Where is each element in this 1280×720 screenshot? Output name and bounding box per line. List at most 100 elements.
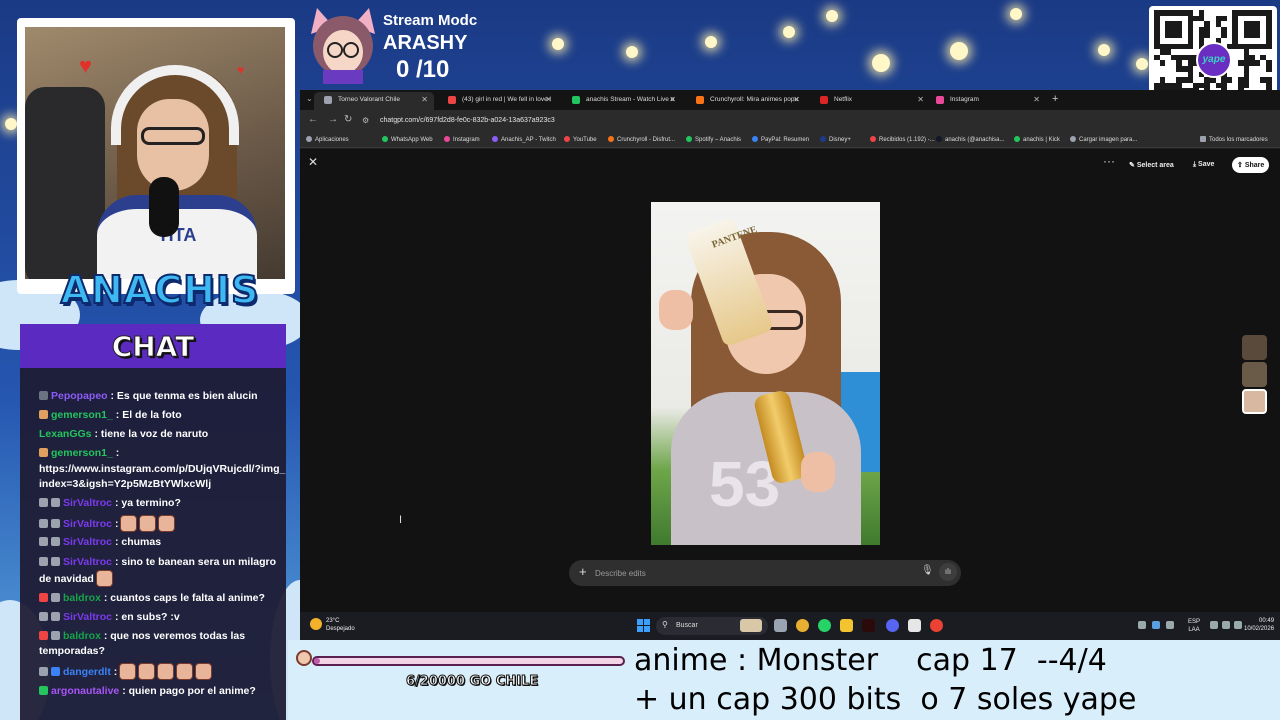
chat-badge-icon — [51, 593, 60, 602]
reload-icon[interactable]: ↻ — [344, 114, 352, 125]
browser-tab[interactable]: anachis Stream - Watch Live o ✕ — [562, 92, 682, 110]
illustrator-icon[interactable] — [862, 619, 875, 632]
tray-battery-icon[interactable] — [1234, 621, 1242, 629]
chat-message: argonautalive : quien pago por el anime? — [39, 684, 286, 699]
bookmark-item[interactable]: PayPal: Resumen — [752, 136, 809, 143]
input-language[interactable]: ESP LAA — [1188, 618, 1200, 634]
bookmark-label: anachis | Kick — [1023, 137, 1060, 143]
obs-icon[interactable] — [930, 619, 943, 632]
chat-text: : quien pago por el anime? — [122, 685, 256, 697]
string-light — [705, 36, 717, 48]
save-label: Save — [1198, 161, 1215, 168]
tab-search-icon[interactable]: ⌄ — [306, 94, 313, 103]
more-options-icon[interactable]: ··· — [1103, 154, 1115, 168]
bookmark-label: Recibidos (1.192) -... — [879, 137, 935, 143]
forward-icon[interactable]: → — [328, 114, 338, 125]
bookmark-item[interactable]: YouTube — [564, 136, 597, 143]
bookmark-item[interactable]: Aplicaciones — [306, 136, 349, 143]
chat-message: SirValtroc : sino te banean sera un mila… — [39, 555, 286, 587]
close-icon[interactable]: ✕ — [308, 155, 318, 169]
weather-temp: 23°C — [326, 618, 340, 624]
tray-mic-icon[interactable] — [1166, 621, 1174, 629]
tray-cloud-icon[interactable] — [1152, 621, 1160, 629]
microphone-icon[interactable]: 🎙 — [921, 565, 934, 576]
chat-text: : El de la foto — [115, 409, 182, 421]
tab-favicon-icon — [820, 96, 828, 104]
bookmark-item[interactable]: WhatsApp Web — [382, 136, 433, 143]
file-explorer-icon[interactable] — [840, 619, 853, 632]
bookmark-item[interactable]: Recibidos (1.192) -... — [870, 136, 935, 143]
thumbnail-3-selected[interactable] — [1242, 389, 1267, 414]
tab-close-icon[interactable]: ✕ — [917, 95, 924, 104]
chrome-icon[interactable] — [796, 619, 809, 632]
tab-close-icon[interactable]: ✕ — [669, 95, 676, 104]
save-button[interactable]: ⤓ Save — [1188, 157, 1219, 173]
back-icon[interactable]: ← — [308, 114, 318, 125]
bookmark-favicon-icon — [564, 136, 570, 142]
bookmark-item[interactable]: Spotify – Anachis — [686, 136, 741, 143]
chat-username[interactable]: SirValtroc — [63, 518, 112, 530]
browser-tab[interactable]: Netflix ✕ — [810, 92, 930, 110]
thumbnail-2[interactable] — [1242, 362, 1267, 387]
tray-chevron-icon[interactable] — [1138, 621, 1146, 629]
bookmark-item[interactable]: Instagram — [444, 136, 480, 143]
url-field[interactable]: chatgpt.com/c/697fd2d8-fe0c-832b-a024-13… — [380, 117, 555, 124]
add-attachment-icon[interactable]: + — [579, 564, 587, 579]
chat-username[interactable]: LexanGGs — [39, 428, 92, 440]
all-bookmarks[interactable]: Todos los marcadores — [1200, 136, 1268, 143]
share-button[interactable]: ⇪ Share — [1232, 157, 1270, 173]
bookmark-item[interactable]: anachis (@anachisa... — [936, 136, 1004, 143]
tray-volume-icon[interactable] — [1222, 621, 1230, 629]
bookmark-label: anachis (@anachisa... — [945, 137, 1005, 143]
chat-username[interactable]: Pepopapeo — [51, 390, 108, 402]
clock[interactable]: 00:49 10/02/2026 — [1244, 617, 1274, 633]
task-view-icon[interactable] — [774, 619, 787, 632]
voice-mode-icon[interactable]: ılı — [939, 563, 957, 581]
bookmark-item[interactable]: Cargar imagen para... — [1070, 136, 1137, 143]
discord-icon[interactable] — [886, 619, 899, 632]
browser-tab[interactable]: Crunchyroll: Mira animes popu ✕ — [686, 92, 806, 110]
chat-username[interactable]: gemerson1_ — [51, 409, 113, 421]
tab-label: anachis Stream - Watch Live o — [586, 96, 675, 103]
bookmark-item[interactable]: Anachis_AP - Twitch — [492, 136, 556, 143]
whatsapp-icon[interactable] — [818, 619, 831, 632]
thumbnail-1[interactable] — [1242, 335, 1267, 360]
announcement-line-2: + un cap 300 bits o 7 soles yape — [634, 682, 1137, 717]
string-light — [950, 42, 968, 60]
browser-tab[interactable]: (43) girl in red | We fell in love i ✕ — [438, 92, 558, 110]
chat-username[interactable]: SirValtroc — [63, 611, 112, 623]
browser-tab[interactable]: Instagram ✕ — [926, 92, 1046, 110]
bookmark-item[interactable]: anachis | Kick — [1014, 136, 1060, 143]
chat-username[interactable]: SirValtroc — [63, 536, 112, 548]
tab-favicon-icon — [572, 96, 580, 104]
tab-close-icon[interactable]: ✕ — [545, 95, 552, 104]
bookmark-item[interactable]: Disney+ — [820, 136, 851, 143]
tray-network-icon[interactable] — [1210, 621, 1218, 629]
capcut-icon[interactable] — [908, 619, 921, 632]
site-info-icon[interactable]: ⚙ — [362, 116, 369, 125]
weather-icon[interactable] — [310, 618, 322, 630]
chat-username[interactable]: argonautalive — [51, 685, 119, 697]
bookmarks-bar: Aplicaciones WhatsApp Web Instagram Anachis… — [300, 132, 1280, 148]
chat-username[interactable]: baldrox — [63, 630, 101, 642]
tab-label: Torneo Valorant Chile — [338, 96, 401, 103]
chat-message: LexanGGs : tiene la voz de naruto — [39, 427, 286, 442]
chat-username[interactable]: baldrox — [63, 592, 101, 604]
chat-username[interactable]: SirValtroc — [63, 497, 112, 509]
taskbar-widget-icon[interactable] — [740, 619, 762, 632]
windows-start-icon[interactable] — [637, 619, 650, 632]
chat-username[interactable]: dangerdlt — [63, 666, 111, 678]
select-area-button[interactable]: ✎ Select area — [1124, 157, 1179, 173]
tab-close-icon[interactable]: ✕ — [421, 95, 428, 104]
new-tab-button[interactable]: + — [1052, 93, 1058, 105]
browser-tab[interactable]: Torneo Valorant Chile ✕ — [314, 92, 434, 110]
string-light — [1010, 8, 1022, 20]
bookmark-label: Disney+ — [829, 137, 851, 143]
describe-edits-input[interactable] — [595, 566, 895, 580]
tab-close-icon[interactable]: ✕ — [1033, 95, 1040, 104]
bookmark-item[interactable]: Crunchyroll - Disfrut... — [608, 136, 675, 143]
chat-username[interactable]: gemerson1_ — [51, 447, 113, 459]
tab-close-icon[interactable]: ✕ — [793, 95, 800, 104]
bookmark-favicon-icon — [752, 136, 758, 142]
chat-username[interactable]: SirValtroc — [63, 556, 112, 568]
